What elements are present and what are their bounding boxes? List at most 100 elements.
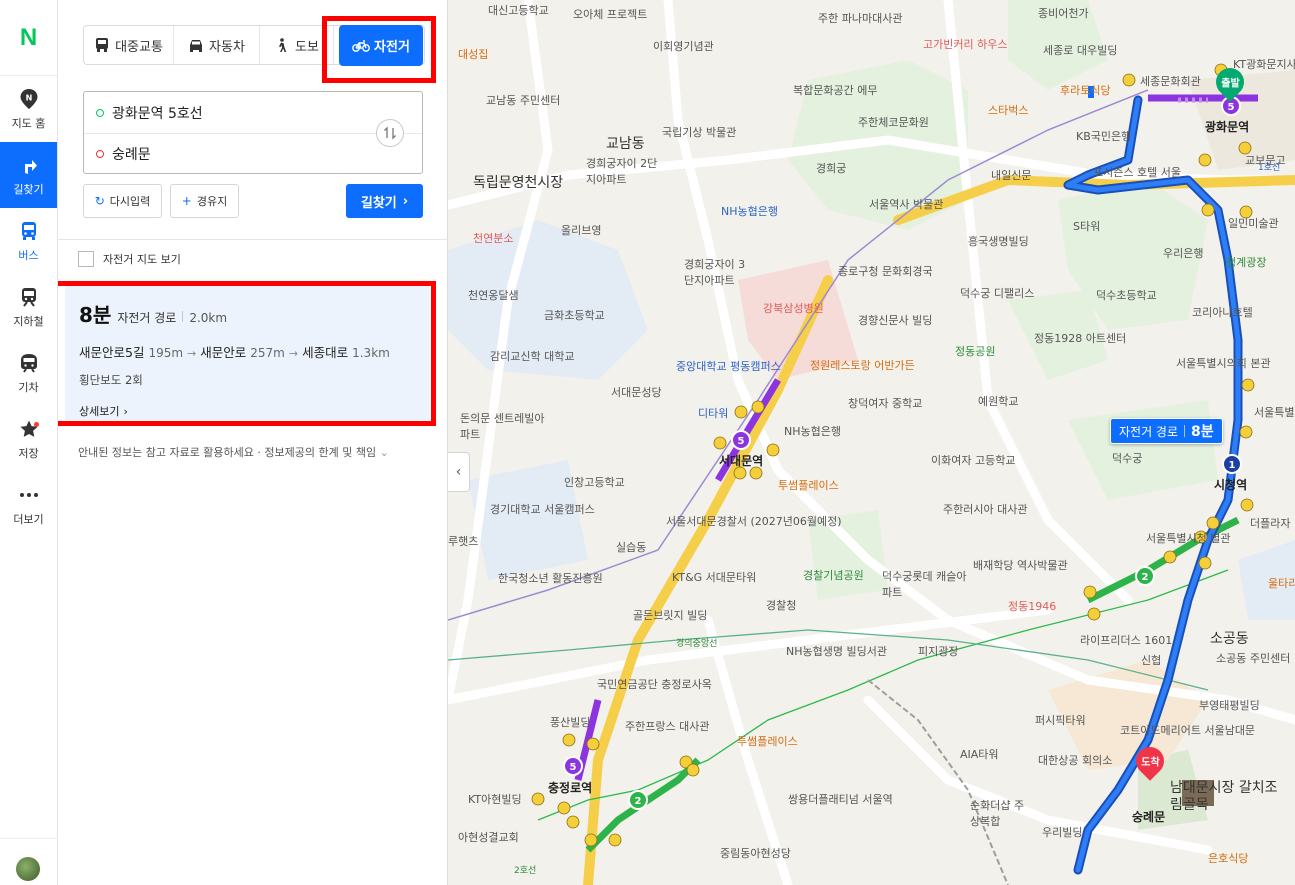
- naver-logo[interactable]: N: [0, 0, 57, 76]
- map-label: 서울서대문경찰서 (2027년06월예정): [666, 515, 842, 528]
- rail-label: 지하철: [13, 314, 44, 328]
- map-label: KT&G 서대문타워: [672, 571, 757, 584]
- map-label: 디타워: [698, 407, 729, 420]
- map-label: 강북삼성병원: [763, 302, 824, 315]
- disclaimer-notice[interactable]: 안내된 정보는 참고 자료로 활용하세요 · 정보제공의 한계 및 책임 ⌄: [78, 444, 389, 460]
- map-label: 일민미술관: [1228, 217, 1279, 230]
- tab-label: 자전거: [374, 40, 410, 55]
- destination-field[interactable]: 숭례문: [84, 133, 422, 174]
- map-label: 복합문화공간 에무: [793, 84, 878, 97]
- rail-item-train[interactable]: 기차: [0, 340, 57, 406]
- left-navigation-rail: N N 지도 홈 길찾기 버스 지하철 기차 저장 더보기: [0, 0, 58, 885]
- badge-type: 자전거 경로: [1119, 424, 1179, 439]
- reset-button[interactable]: ↻ 다시입력: [83, 184, 162, 218]
- map-label: 루햇츠: [448, 535, 479, 548]
- search-label: 길찾기: [360, 195, 397, 211]
- map-label: 스타벅스: [988, 104, 1029, 117]
- rail-label: 길찾기: [13, 182, 44, 196]
- rail-label: 더보기: [13, 512, 44, 526]
- map-label: 경의중앙선: [676, 639, 718, 649]
- result-type: 자전거 경로: [117, 311, 177, 325]
- map-label: 오아체 프로젝트: [573, 8, 648, 21]
- map-label: 아현성결교회: [458, 831, 519, 844]
- rail-divider: [0, 838, 58, 839]
- map-label: 세종문화회관: [1140, 75, 1201, 88]
- bus-icon: [96, 38, 109, 52]
- map-label: 이회영기념관: [653, 40, 714, 53]
- map-label: 후라토식당: [1060, 84, 1111, 97]
- rail-item-directions[interactable]: 길찾기: [0, 142, 57, 208]
- map-label: 우리빌딩: [1042, 826, 1083, 839]
- bus-icon: [18, 220, 40, 242]
- map-label: 교남동 주민센터: [486, 94, 561, 107]
- search-route-button[interactable]: 길찾기 ›: [346, 184, 423, 218]
- result-header: 8분 자전거 경로 2.0km: [79, 299, 429, 328]
- map-label: 금화초등학교: [544, 309, 605, 322]
- rail-item-more[interactable]: 더보기: [0, 472, 57, 538]
- user-avatar[interactable]: [16, 857, 40, 881]
- map-label: 덕수궁 디팰리스: [960, 287, 1035, 300]
- map-label: 코리아나호텔: [1192, 306, 1253, 319]
- result-duration: 8분: [79, 303, 112, 327]
- swap-route-button[interactable]: [376, 119, 404, 147]
- more-icon: [18, 484, 40, 506]
- map-label: 쌍용더플래티넘 서울역: [788, 793, 893, 806]
- rail-item-saved[interactable]: 저장: [0, 406, 57, 472]
- detail-label: 상세보기: [79, 405, 120, 418]
- directions-icon: [18, 154, 40, 176]
- map-label: 감리교신학 대학교: [490, 350, 575, 363]
- map-label: 우리은행: [1163, 247, 1204, 260]
- rail-item-bus[interactable]: 버스: [0, 208, 57, 274]
- tab-bike[interactable]: 자전거: [339, 25, 423, 66]
- detail-link[interactable]: 상세보기 ›: [79, 403, 429, 419]
- map-label: 경향신문사 빌딩: [858, 314, 933, 327]
- svg-text:1: 1: [1229, 460, 1236, 471]
- bike-map-checkbox[interactable]: [78, 251, 94, 267]
- map-label: 광화문역: [1205, 120, 1250, 134]
- arrow-right-icon: →: [288, 347, 299, 360]
- map-label: 경기대학교 서울캠퍼스: [490, 503, 595, 516]
- rail-item-map-home[interactable]: N 지도 홈: [0, 76, 57, 142]
- tab-car[interactable]: 자동차: [174, 26, 260, 64]
- map-label: 숭례문: [1132, 810, 1166, 824]
- route-result-card[interactable]: 8분 자전거 경로 2.0km 새문안로5길 195m → 새문안로 257m …: [65, 285, 429, 420]
- map-label: 정원레스토랑 어반가든: [810, 359, 915, 372]
- route-summary-badge[interactable]: 자전거 경로 8분: [1110, 418, 1223, 444]
- tab-transit[interactable]: 대중교통: [84, 26, 174, 64]
- segment-distance: 257m: [250, 346, 285, 360]
- origin-field[interactable]: 광화문역 5호선: [84, 92, 422, 133]
- svg-text:5: 5: [570, 762, 577, 773]
- rail-label: 버스: [18, 248, 39, 262]
- map-label: 한국청소년 활동진흥원: [498, 572, 603, 585]
- map-label: 충정로역: [548, 781, 593, 795]
- map-label: 경찰기념공원: [803, 569, 864, 582]
- bike-map-toggle[interactable]: 자전거 지도 보기: [78, 251, 181, 267]
- map-label: 대성집: [458, 48, 489, 61]
- map-label: 천연옹달샘: [468, 289, 519, 302]
- map-label: 천연분소: [473, 232, 514, 245]
- map-label: 종비어천가: [1038, 7, 1089, 20]
- rail-label: 지도 홈: [11, 116, 46, 130]
- rail-item-subway[interactable]: 지하철: [0, 274, 57, 340]
- map-view[interactable]: 5 5 2 2 5 1 대신고등학교 오아체 프로젝트 주한 파나마대사관 종비…: [448, 0, 1295, 885]
- map-label: 경찰청: [766, 599, 797, 612]
- add-waypoint-button[interactable]: + 경유지: [170, 184, 239, 218]
- map-label: 경희궁: [816, 162, 847, 175]
- map-label: 서울특별시의회 본관: [1176, 357, 1271, 370]
- tab-label: 자동차: [209, 39, 245, 55]
- map-label: 세종로 대우빌딩: [1043, 44, 1118, 57]
- tab-walk[interactable]: 도보: [260, 26, 334, 64]
- star-icon: [18, 418, 40, 440]
- segment-distance: 195m: [148, 346, 184, 360]
- map-label: AIA타워: [960, 748, 999, 761]
- map-label: 경희궁자이 3단지아파트: [684, 258, 746, 287]
- map-label: 정동공원: [955, 345, 996, 358]
- map-label: 올리브영: [561, 224, 602, 237]
- map-label: 서울역사 박물관: [869, 198, 944, 211]
- map-label: 피지광장: [918, 645, 959, 658]
- destination-dot-icon: [96, 150, 104, 158]
- map-label: S타워: [1073, 220, 1101, 233]
- route-input-box: 광화문역 5호선 숭례문: [83, 91, 423, 174]
- collapse-panel-button[interactable]: ‹: [448, 452, 470, 492]
- segment-distance: 1.3km: [352, 346, 390, 360]
